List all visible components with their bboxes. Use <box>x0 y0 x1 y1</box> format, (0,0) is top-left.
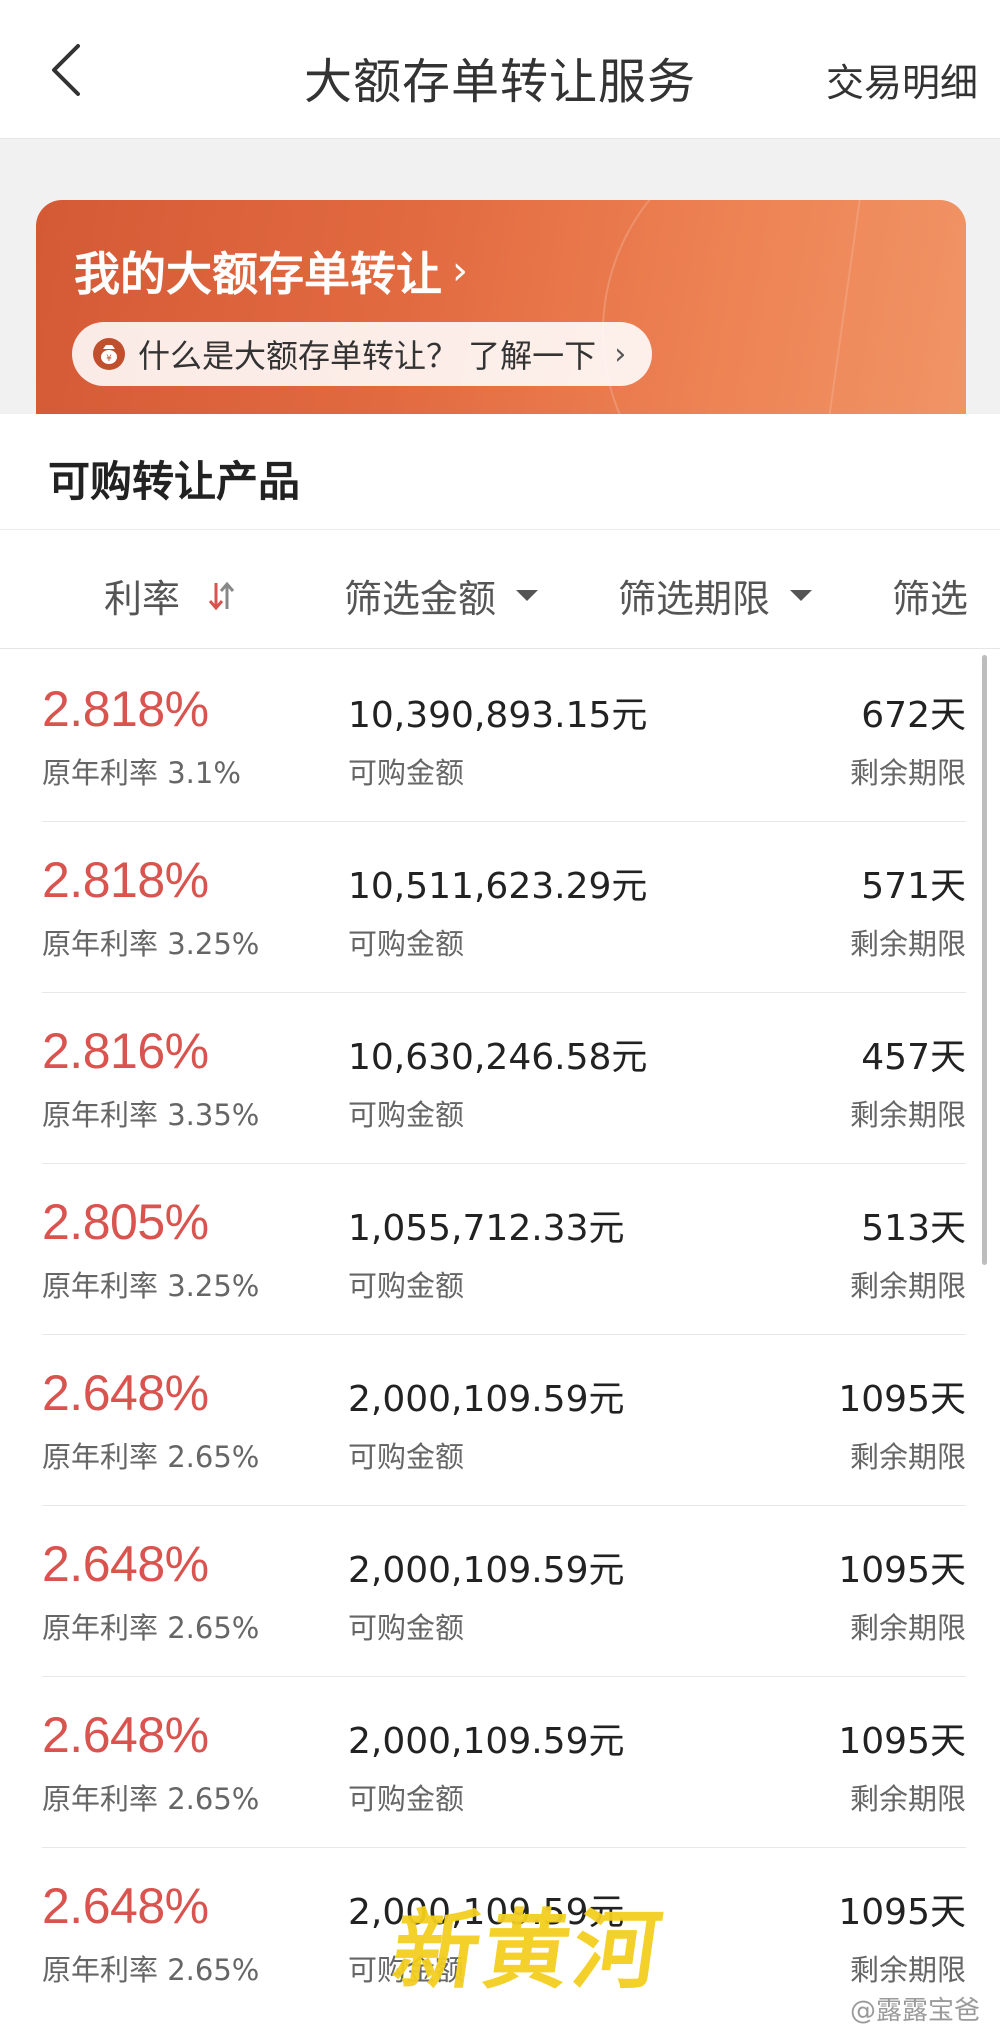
remaining-days: 457天 <box>861 1037 966 1078</box>
svg-text:¥: ¥ <box>106 354 112 364</box>
available-amount-label: 可购金额 <box>348 1440 465 1474</box>
transfer-rate: 2.818% <box>42 852 209 908</box>
caret-down-icon <box>790 590 813 601</box>
remaining-days: 1095天 <box>838 1892 966 1933</box>
banner-decoration <box>602 200 966 414</box>
sort-icon <box>208 581 235 610</box>
original-rate: 原年利率 2.65% <box>42 1611 260 1645</box>
filter-amount-label: 筛选金额 <box>344 577 497 621</box>
money-bag-icon: ¥ <box>93 338 125 370</box>
remaining-days-label: 剩余期限 <box>849 1611 966 1645</box>
original-rate: 原年利率 2.65% <box>42 1440 260 1474</box>
banner-title-text: 我的大额存单转让 <box>74 247 442 301</box>
remaining-days-label: 剩余期限 <box>849 1269 966 1303</box>
remaining-days-label: 剩余期限 <box>849 756 966 790</box>
available-amount-label: 可购金额 <box>348 1269 465 1303</box>
filter-bar: 利率 筛选金额 筛选期限 筛选 <box>0 530 1000 649</box>
transfer-rate: 2.805% <box>42 1194 209 1250</box>
original-rate: 原年利率 3.25% <box>42 927 260 961</box>
remaining-days-label: 剩余期限 <box>849 927 966 961</box>
list-item[interactable]: 2.648% 原年利率 2.65% 2,000,109.59元 可购金额 109… <box>42 1676 966 1848</box>
original-rate: 原年利率 2.65% <box>42 1953 260 1987</box>
available-amount: 1,055,712.33元 <box>348 1208 625 1249</box>
learn-more-pill[interactable]: ¥ 什么是大额存单转让？ 了解一下 › <box>72 322 653 386</box>
original-rate: 原年利率 2.65% <box>42 1782 260 1816</box>
transfer-rate: 2.648% <box>42 1536 209 1592</box>
available-amount-label: 可购金额 <box>348 756 465 790</box>
transfer-rate: 2.816% <box>42 1023 209 1079</box>
remaining-days-label: 剩余期限 <box>849 1782 966 1816</box>
filter-more-label: 筛选 <box>892 577 969 621</box>
scrollbar[interactable] <box>982 655 987 1265</box>
remaining-days-label: 剩余期限 <box>849 1440 966 1474</box>
available-amount-label: 可购金额 <box>348 1782 465 1816</box>
available-amount: 10,630,246.58元 <box>348 1037 648 1078</box>
caret-down-icon <box>516 590 539 601</box>
filter-more-dropdown[interactable]: 筛选 <box>892 568 968 623</box>
list-item[interactable]: 2.816% 原年利率 3.35% 10,630,246.58元 可购金额 45… <box>42 992 966 1164</box>
available-amount-label: 可购金额 <box>348 1098 465 1132</box>
list-item[interactable]: 2.818% 原年利率 3.25% 10,511,623.29元 可购金额 57… <box>42 821 966 993</box>
list-item[interactable]: 2.805% 原年利率 3.25% 1,055,712.33元 可购金额 513… <box>42 1163 966 1335</box>
remaining-days-label: 剩余期限 <box>849 1953 966 1987</box>
list-item[interactable]: 2.818% 原年利率 3.1% 10,390,893.15元 可购金额 672… <box>42 650 966 822</box>
available-amount: 2,000,109.59元 <box>348 1721 625 1762</box>
remaining-days: 1095天 <box>838 1379 966 1420</box>
section-title: 可购转让产品 <box>48 457 301 506</box>
available-amount-label: 可购金额 <box>348 927 465 961</box>
filter-term-label: 筛选期限 <box>618 577 771 621</box>
available-amount-label: 可购金额 <box>348 1611 465 1645</box>
original-rate: 原年利率 3.1% <box>42 756 241 790</box>
watermark-logo: 新黄河 <box>386 1900 671 2001</box>
available-amount: 10,390,893.15元 <box>348 695 648 736</box>
chevron-right-icon: › <box>614 336 627 372</box>
transfer-rate: 2.648% <box>42 1707 209 1763</box>
sort-rate-label: 利率 <box>104 577 181 621</box>
section-header: 可购转让产品 <box>0 414 1000 530</box>
remaining-days-label: 剩余期限 <box>849 1098 966 1132</box>
transfer-rate: 2.648% <box>42 1365 209 1421</box>
sort-by-rate[interactable]: 利率 <box>104 568 236 623</box>
transfer-rate: 2.818% <box>42 681 209 737</box>
remaining-days: 513天 <box>861 1208 966 1249</box>
filter-amount-dropdown[interactable]: 筛选金额 <box>344 568 539 623</box>
watermark-handle: @露露宝爸 <box>849 1996 980 2026</box>
my-transfer-link[interactable]: 我的大额存单转让 › <box>74 238 468 304</box>
available-amount: 2,000,109.59元 <box>348 1550 625 1591</box>
transfer-rate: 2.648% <box>42 1878 209 1934</box>
remaining-days: 1095天 <box>838 1721 966 1762</box>
remaining-days: 1095天 <box>838 1550 966 1591</box>
list-item[interactable]: 2.648% 原年利率 2.65% 2,000,109.59元 可购金额 109… <box>42 1505 966 1677</box>
top-nav-bar: 大额存单转让服务 交易明细 <box>0 0 1000 139</box>
original-rate: 原年利率 3.35% <box>42 1098 260 1132</box>
filter-term-dropdown[interactable]: 筛选期限 <box>618 568 813 623</box>
remaining-days: 672天 <box>861 695 966 736</box>
learn-more-text: 什么是大额存单转让？ 了解一下 <box>138 337 597 375</box>
available-amount: 10,511,623.29元 <box>348 866 648 907</box>
list-item[interactable]: 2.648% 原年利率 2.65% 2,000,109.59元 可购金额 109… <box>42 1334 966 1506</box>
chevron-right-icon: › <box>452 248 468 294</box>
my-transfer-banner[interactable]: 我的大额存单转让 › ¥ 什么是大额存单转让？ 了解一下 › <box>36 200 966 414</box>
remaining-days: 571天 <box>861 866 966 907</box>
available-amount: 2,000,109.59元 <box>348 1379 625 1420</box>
transaction-details-link[interactable]: 交易明细 <box>826 52 978 107</box>
original-rate: 原年利率 3.25% <box>42 1269 260 1303</box>
